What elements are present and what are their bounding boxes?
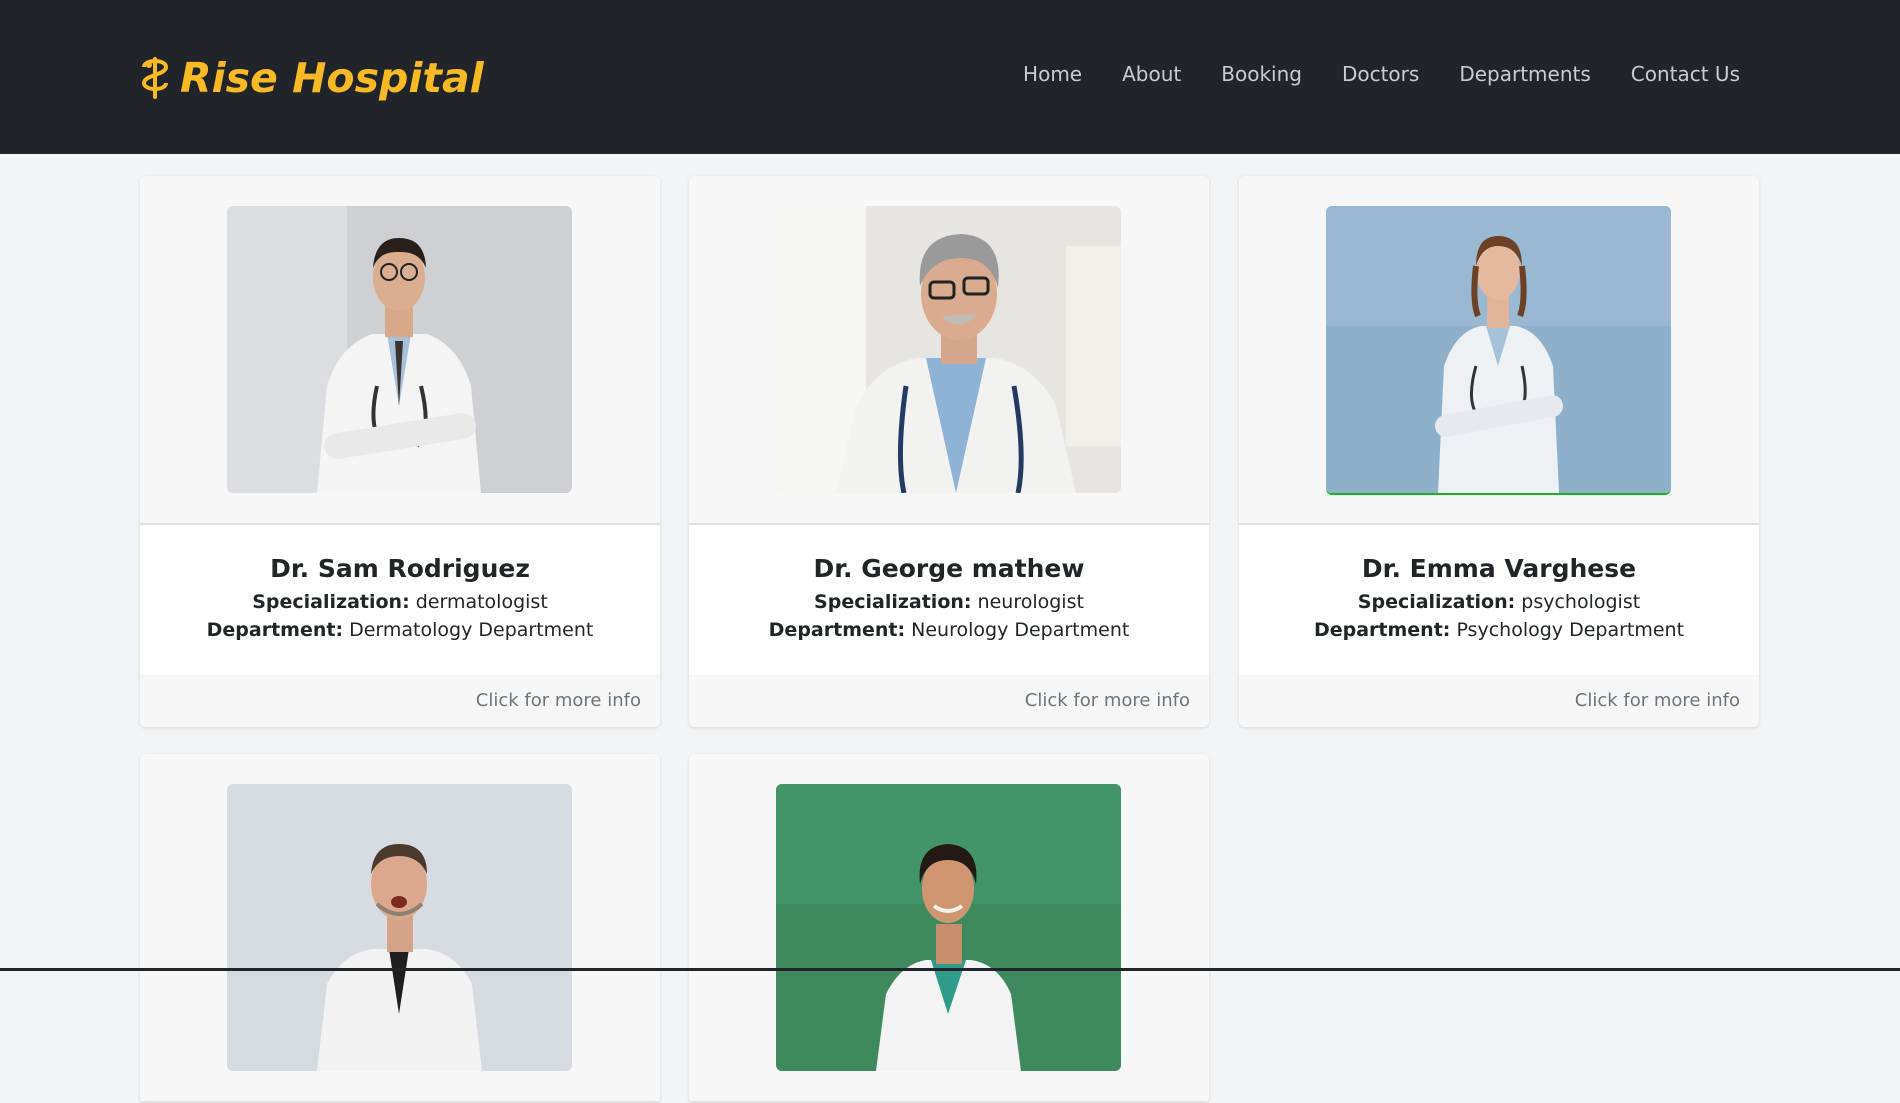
doctor-card[interactable]: Dr. Emma Varghese Specialization: psycho… <box>1239 176 1759 727</box>
doctor-card[interactable]: Dr. Sam Rodriguez Specialization: dermat… <box>140 176 660 727</box>
more-info-link[interactable]: Click for more info <box>476 690 641 711</box>
department-label: Department: <box>206 619 344 641</box>
nav-links: Home About Booking Doctors Departments C… <box>1023 62 1740 86</box>
department-line: Department: Dermatology Department <box>140 619 660 641</box>
doctor-name: Dr. George mathew <box>813 554 1085 583</box>
doctor-photo <box>227 784 572 1071</box>
specialization-label: Specialization: <box>252 591 410 613</box>
nav-departments[interactable]: Departments <box>1459 62 1590 86</box>
doctor-photo <box>1326 206 1671 495</box>
specialization-label: Specialization: <box>814 591 972 613</box>
doctor-photo <box>776 206 1121 493</box>
doctor-name: Dr. Emma Varghese <box>1361 554 1637 583</box>
specialization-value: neurologist <box>977 591 1084 613</box>
card-body: Dr. George mathew Specialization: neurol… <box>689 525 1209 675</box>
doctor-photo <box>227 206 572 493</box>
department-label: Department: <box>1313 619 1451 641</box>
doctor-card[interactable]: Dr. George mathew Specialization: neurol… <box>689 176 1209 727</box>
doctor-card[interactable] <box>689 754 1209 1103</box>
department-line: Department: Neurology Department <box>689 619 1209 641</box>
caduceus-icon <box>141 57 169 99</box>
navbar: Rise Hospital Home About Booking Doctors… <box>0 0 1900 154</box>
more-info-link[interactable]: Click for more info <box>1025 690 1190 711</box>
card-image-area <box>1239 176 1759 525</box>
nav-about[interactable]: About <box>1122 62 1181 86</box>
brand-name: Rise Hospital <box>180 54 484 102</box>
department-value: Dermatology Department <box>349 619 594 641</box>
card-image-area <box>140 176 660 525</box>
department-label: Department: <box>768 619 906 641</box>
card-footer: Click for more info <box>140 675 660 727</box>
department-line: Department: Psychology Department <box>1239 619 1759 641</box>
doctor-card[interactable] <box>140 754 660 1103</box>
card-image-area <box>689 176 1209 525</box>
specialization-value: psychologist <box>1521 591 1641 613</box>
specialization-value: dermatologist <box>415 591 548 613</box>
card-body: Dr. Emma Varghese Specialization: psycho… <box>1239 525 1759 675</box>
specialization-label: Specialization: <box>1357 591 1516 613</box>
card-body: Dr. Sam Rodriguez Specialization: dermat… <box>140 525 660 675</box>
more-info-link[interactable]: Click for more info <box>1575 690 1740 711</box>
brand-logo[interactable]: Rise Hospital <box>138 54 484 102</box>
nav-contact-us[interactable]: Contact Us <box>1631 62 1740 86</box>
card-footer: Click for more info <box>1239 675 1759 727</box>
card-footer: Click for more info <box>689 675 1209 727</box>
department-value: Neurology Department <box>911 619 1130 641</box>
specialization-line: Specialization: psychologist <box>1239 591 1759 613</box>
specialization-line: Specialization: dermatologist <box>140 591 660 613</box>
department-value: Psychology Department <box>1456 619 1685 641</box>
nav-doctors[interactable]: Doctors <box>1342 62 1419 86</box>
card-image-area <box>140 754 660 1103</box>
nav-booking[interactable]: Booking <box>1221 62 1302 86</box>
nav-home[interactable]: Home <box>1023 62 1082 86</box>
card-image-area <box>689 754 1209 1103</box>
doctor-photo <box>776 784 1121 1071</box>
doctor-name: Dr. Sam Rodriguez <box>270 554 530 583</box>
specialization-line: Specialization: neurologist <box>689 591 1209 613</box>
